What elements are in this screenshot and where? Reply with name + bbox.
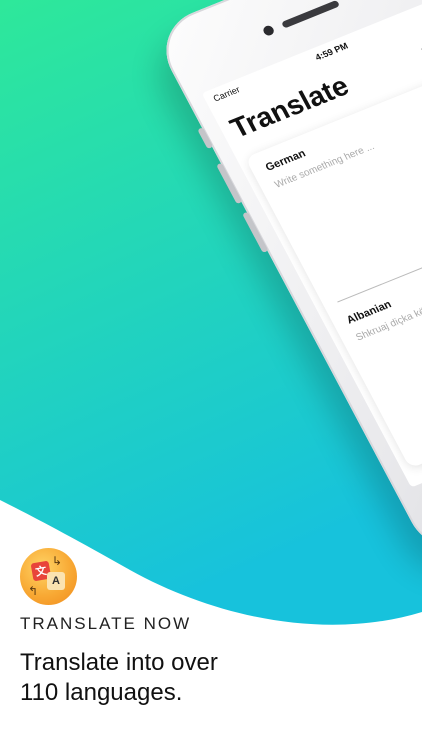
title-actions — [416, 26, 422, 59]
carrier-label: Carrier — [211, 84, 242, 104]
divider — [337, 231, 422, 303]
phone-mockup-area: Carrier 4:59 PM Translate German Write s… — [0, 0, 422, 750]
headline-line-2: 110 languages. — [20, 679, 183, 706]
arrow-icon: ↳ — [52, 554, 63, 568]
latin-glyph-card: A — [47, 572, 65, 590]
promo-headline: Translate into over 110 languages. — [20, 648, 400, 708]
arrow-icon: ↰ — [28, 584, 39, 598]
headline-line-1: Translate into over — [20, 649, 218, 676]
speaker-icon[interactable] — [416, 37, 422, 60]
promo-label: TRANSLATE NOW — [20, 614, 192, 633]
app-logo-icon: 文 A ↳ ↰ — [20, 548, 77, 605]
phone-mockup: Carrier 4:59 PM Translate German Write s… — [150, 0, 422, 563]
